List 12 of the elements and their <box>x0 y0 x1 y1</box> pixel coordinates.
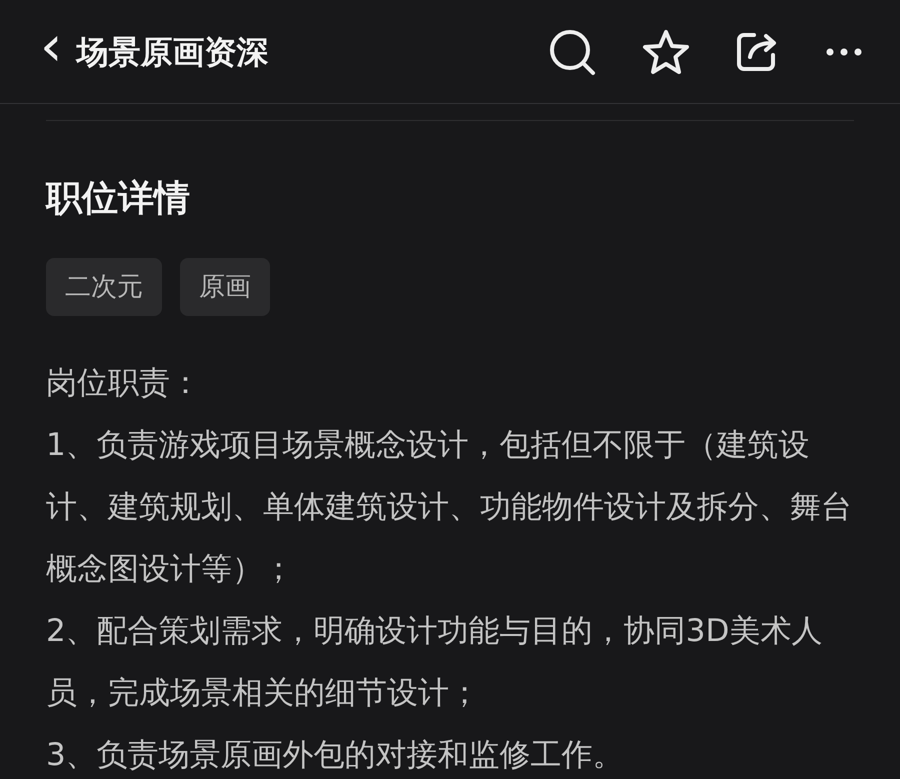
tag: 二次元 <box>46 258 162 316</box>
description-paragraph: 2、配合策划需求，明确设计功能与目的，协同3D美术人员，完成场景相关的细节设计； <box>46 612 824 714</box>
tag: 原画 <box>180 258 270 316</box>
description-paragraph: 岗位职责： <box>46 364 202 404</box>
section-title: 职位详情 <box>46 178 190 219</box>
description-paragraph: 3、负责场景原画外包的对接和监修工作。 <box>46 736 625 776</box>
star-icon[interactable] <box>642 28 690 74</box>
more-icon[interactable] <box>826 48 862 56</box>
search-icon[interactable] <box>548 28 596 76</box>
description-paragraph: 1、负责游戏项目场景概念设计，包括但不限于（建筑设计、建筑规划、单体建筑设计、功能物件设计及拆分、舞台概念图设计等）； <box>46 426 852 590</box>
page-title: 场景原画资深 <box>76 32 268 72</box>
back-button[interactable]: ‹ <box>40 18 76 84</box>
